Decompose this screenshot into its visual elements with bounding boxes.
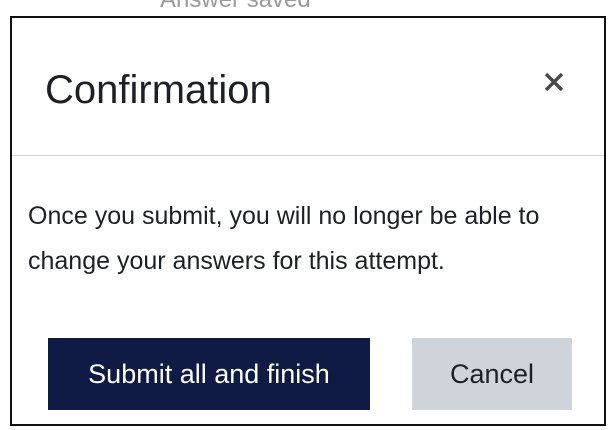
page: Answer saved Confirmation Once you submi… [0, 0, 611, 430]
dialog-footer: Submit all and finish Cancel [12, 338, 604, 410]
close-icon [544, 72, 564, 92]
dialog-header: Confirmation [12, 18, 604, 156]
cancel-button[interactable]: Cancel [412, 338, 572, 410]
confirmation-dialog: Confirmation Once you submit, you will n… [10, 16, 606, 426]
answer-saved-status: Answer saved [160, 0, 311, 14]
close-button[interactable] [534, 62, 574, 102]
dialog-title: Confirmation [45, 68, 272, 112]
dialog-message: Once you submit, you will no longer be a… [28, 202, 540, 275]
submit-all-and-finish-button[interactable]: Submit all and finish [48, 338, 370, 410]
